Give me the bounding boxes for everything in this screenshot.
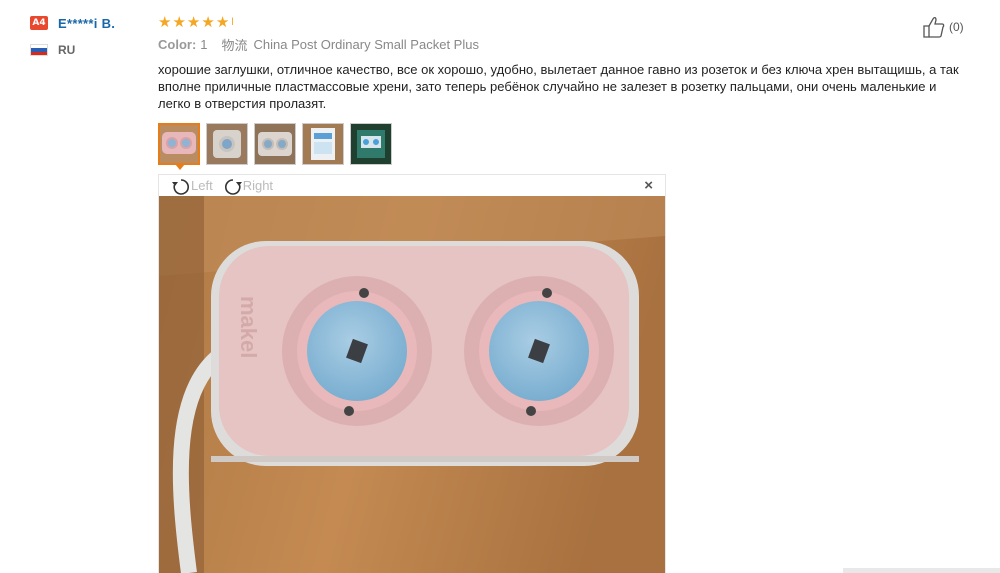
thumbnail-4[interactable] bbox=[302, 123, 344, 165]
rotate-right-label: Right bbox=[242, 178, 274, 193]
rotate-left-label: Left bbox=[191, 178, 213, 193]
active-thumb-pointer bbox=[175, 164, 185, 170]
reviewer-name: E*****i B. bbox=[58, 15, 116, 31]
close-icon[interactable]: × bbox=[644, 177, 653, 194]
review-text: хорошие заглушки, отличное качество, все… bbox=[158, 62, 959, 111]
thumbnail-2[interactable] bbox=[206, 123, 248, 165]
thumbnail-3[interactable] bbox=[254, 123, 296, 165]
thumbs-up-icon bbox=[923, 16, 945, 38]
review-photo: makel bbox=[159, 196, 665, 573]
scrollbar-track[interactable] bbox=[843, 568, 1000, 573]
rotate-left-button[interactable]: Left bbox=[171, 177, 213, 195]
makel-logo: makel bbox=[236, 296, 261, 358]
country-code: RU bbox=[58, 43, 76, 57]
thumbnail-1[interactable] bbox=[158, 123, 200, 165]
star-icon: ★ bbox=[201, 13, 215, 31]
reviewer-info: A4 E*****i B. RU bbox=[30, 14, 150, 58]
star-icon: ★ bbox=[172, 13, 186, 31]
thumbnail-5[interactable] bbox=[350, 123, 392, 165]
order-info: Color: 1 物流 China Post Ordinary Small Pa… bbox=[158, 34, 978, 54]
star-rating: ★ ★ ★ ★ ★ ǀ bbox=[158, 13, 978, 31]
color-value: 1 bbox=[200, 36, 208, 52]
thumbnail-strip bbox=[158, 123, 978, 165]
reviewer-row: A4 E*****i B. bbox=[30, 14, 150, 32]
cursor-mark: ǀ bbox=[231, 16, 234, 28]
rotate-right-button[interactable]: Right bbox=[223, 177, 273, 195]
helpful-count: (0) bbox=[949, 20, 964, 34]
shipping-label: 物流 bbox=[221, 37, 248, 53]
shipping-value: China Post Ordinary Small Packet Plus bbox=[253, 36, 479, 52]
helpful-button[interactable]: (0) bbox=[922, 16, 964, 38]
flag-icon bbox=[30, 44, 48, 56]
viewer-toolbar: Left Right × bbox=[159, 175, 665, 196]
image-viewer: Left Right × makel bbox=[158, 174, 666, 573]
star-icon: ★ bbox=[158, 13, 172, 31]
color-label: Color: bbox=[158, 36, 197, 52]
rotate-left-icon bbox=[172, 178, 189, 195]
level-badge: A4 bbox=[30, 16, 48, 30]
rotate-right-icon bbox=[224, 178, 242, 195]
star-icon: ★ bbox=[215, 13, 230, 31]
star-icon: ★ bbox=[186, 13, 201, 31]
review-body: ★ ★ ★ ★ ★ ǀ Color: 1 物流 China Post Ordin… bbox=[158, 13, 978, 165]
country-row: RU bbox=[30, 42, 150, 58]
